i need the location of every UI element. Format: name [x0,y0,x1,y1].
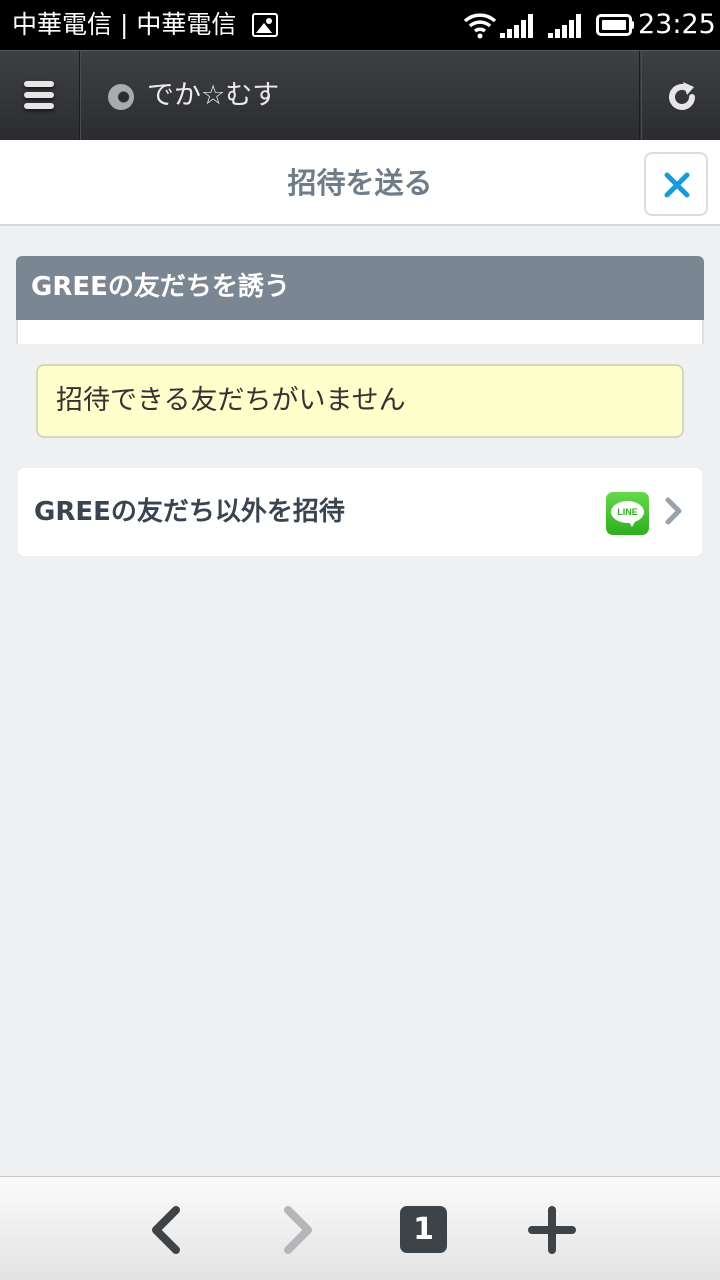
carrier-label: 中華電信 | 中華電信 [12,10,237,39]
browser-toolbar: でか☆むす [0,50,720,141]
battery-icon [596,14,632,36]
wifi-icon [463,13,497,39]
menu-icon [24,81,54,87]
section-title: GREEの友だちを誘う [31,272,290,302]
close-button[interactable] [644,152,708,216]
dialog-title: 招待を送る [287,166,433,200]
close-icon [664,172,690,198]
section-body [16,320,704,344]
back-icon[interactable] [148,1206,184,1254]
bottom-navigation: 1 [0,1176,720,1280]
site-favicon-icon [108,84,134,110]
tabs-button[interactable]: 1 [400,1206,447,1253]
signal-icon [548,14,582,38]
invite-others-row[interactable]: GREEの友だち以外を招待 LINE [18,468,702,556]
address-bar[interactable]: でか☆むす [80,51,640,141]
forward-icon[interactable] [280,1206,316,1254]
reload-button[interactable] [641,51,720,141]
page-title: でか☆むす [147,80,280,111]
section-header: GREEの友だちを誘う [16,256,704,320]
status-bar: 中華電信 | 中華電信 23:25 [0,0,720,50]
invite-others-label: GREEの友だち以外を招待 [34,497,345,527]
chevron-right-icon [665,497,682,525]
clock: 23:25 [638,9,716,40]
new-tab-icon[interactable] [528,1206,576,1254]
reload-icon [669,82,695,110]
notice-text: 招待できる友だちがいません [56,385,406,416]
image-notification-icon [252,13,278,37]
line-logo-text: LINE [617,507,638,517]
notice-box: 招待できる友だちがいません [36,364,684,438]
menu-button[interactable] [0,51,80,141]
signal-icon [500,14,534,38]
dialog-header: 招待を送る [0,140,720,226]
line-app-icon: LINE [606,492,649,535]
